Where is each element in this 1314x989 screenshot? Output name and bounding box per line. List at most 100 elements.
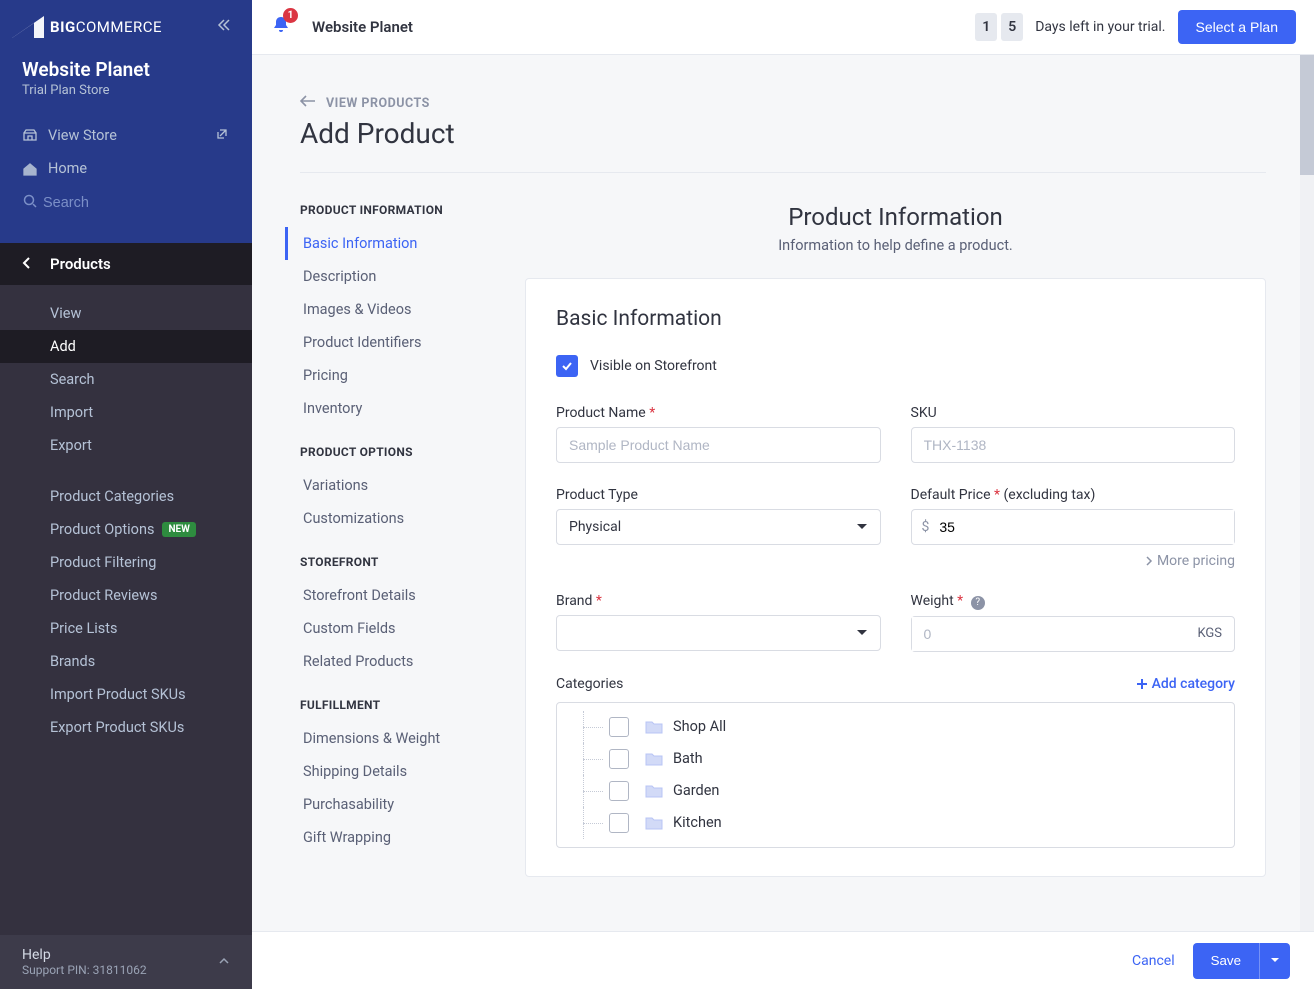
folder-icon	[645, 752, 663, 766]
visible-checkbox-row: Visible on Storefront	[556, 355, 1235, 377]
product-name-label: Product Name *	[556, 405, 881, 421]
section-title: Product Information	[525, 203, 1266, 231]
category-label: Kitchen	[673, 814, 722, 831]
sidebar-item-import-skus[interactable]: Import Product SKUs	[0, 678, 252, 711]
currency-prefix: $	[912, 519, 940, 535]
weight-label: Weight * ?	[911, 593, 1236, 610]
divider	[300, 172, 1266, 173]
secnav-related-products[interactable]: Related Products	[285, 645, 465, 678]
add-category-label: Add category	[1152, 676, 1235, 692]
field-default-price: Default Price * (excluding tax) $ More p…	[911, 487, 1236, 569]
chevron-left-icon	[22, 255, 32, 273]
sidebar-item-export-skus[interactable]: Export Product SKUs	[0, 711, 252, 744]
secnav-dimensions[interactable]: Dimensions & Weight	[285, 722, 465, 755]
secnav-basic-info[interactable]: Basic Information	[285, 227, 465, 260]
secnav-customizations[interactable]: Customizations	[285, 502, 465, 535]
secnav-description[interactable]: Description	[285, 260, 465, 293]
secnav-shipping[interactable]: Shipping Details	[285, 755, 465, 788]
category-checkbox[interactable]	[609, 717, 629, 737]
product-type-label: Product Type	[556, 487, 881, 503]
weight-input[interactable]	[912, 617, 1186, 651]
subnav: View Add Search Import Export Product Ca…	[0, 285, 252, 756]
basic-info-card: Basic Information Visible on Storefront …	[525, 278, 1266, 877]
secnav-group-storefront: STOREFRONT	[300, 555, 465, 569]
sidebar-item-add[interactable]: Add	[0, 330, 252, 363]
field-weight: Weight * ? KGS	[911, 593, 1236, 652]
save-dropdown[interactable]	[1259, 943, 1290, 979]
sidebar-item-search[interactable]: Search	[0, 363, 252, 396]
sku-label: SKU	[911, 405, 1236, 421]
brand-label: Brand *	[556, 593, 881, 609]
category-item-garden: Garden	[557, 775, 1234, 807]
cancel-button[interactable]: Cancel	[1132, 953, 1175, 969]
secnav-custom-fields[interactable]: Custom Fields	[285, 612, 465, 645]
secnav-variations[interactable]: Variations	[285, 469, 465, 502]
product-type-select[interactable]: Physical	[556, 509, 881, 545]
secnav-inventory[interactable]: Inventory	[285, 392, 465, 425]
card-title: Basic Information	[556, 307, 1235, 331]
arrow-left-icon	[300, 95, 316, 111]
field-sku: SKU	[911, 405, 1236, 463]
categories-header: Categories Add category	[556, 676, 1235, 692]
collapse-sidebar-button[interactable]	[216, 17, 232, 37]
secnav-identifiers[interactable]: Product Identifiers	[285, 326, 465, 359]
category-checkbox[interactable]	[609, 749, 629, 769]
nav-back-products[interactable]: Products	[0, 243, 252, 285]
select-plan-button[interactable]: Select a Plan	[1178, 10, 1297, 44]
secnav-storefront-details[interactable]: Storefront Details	[285, 579, 465, 612]
product-type-value: Physical	[569, 519, 621, 535]
weight-unit: KGS	[1185, 626, 1234, 641]
sidebar-link-home[interactable]: Home	[0, 152, 252, 185]
section-subtitle: Information to help define a product.	[525, 237, 1266, 254]
section-header: Product Information Information to help …	[525, 203, 1266, 254]
help-icon[interactable]: ?	[971, 596, 985, 610]
sidebar-item-export[interactable]: Export	[0, 429, 252, 462]
save-label: Save	[1193, 953, 1259, 968]
category-checkbox[interactable]	[609, 813, 629, 833]
sidebar-item-view[interactable]: View	[0, 297, 252, 330]
category-item-bath: Bath	[557, 743, 1234, 775]
secnav-gift-wrapping[interactable]: Gift Wrapping	[285, 821, 465, 854]
sidebar-item-product-options[interactable]: Product Options NEW	[0, 513, 252, 546]
form-area: Product Information Information to help …	[525, 203, 1266, 877]
view-store-label: View Store	[48, 127, 117, 144]
secnav-group-fulfillment: FULFILLMENT	[300, 698, 465, 712]
product-name-input[interactable]	[556, 427, 881, 463]
category-checkbox[interactable]	[609, 781, 629, 801]
save-button[interactable]: Save	[1193, 943, 1290, 979]
sidebar-link-view-store[interactable]: View Store	[0, 118, 252, 152]
main-content: VIEW PRODUCTS Add Product PRODUCT INFORM…	[252, 55, 1314, 931]
notifications-button[interactable]: 1	[270, 14, 292, 40]
header-right: 1 5 Days left in your trial. Select a Pl…	[975, 10, 1296, 44]
chevron-right-icon	[1145, 556, 1153, 566]
footer-bar: Cancel Save	[252, 931, 1314, 989]
sidebar-item-product-reviews[interactable]: Product Reviews	[0, 579, 252, 612]
brand-select[interactable]	[556, 615, 881, 651]
notification-count: 1	[283, 8, 298, 23]
sidebar-header: BIGCOMMERCE Website Planet Trial Plan St…	[0, 0, 252, 243]
secnav-pricing[interactable]: Pricing	[285, 359, 465, 392]
secnav-purchasability[interactable]: Purchasability	[285, 788, 465, 821]
visible-checkbox[interactable]	[556, 355, 578, 377]
sidebar-search[interactable]	[0, 185, 252, 221]
sidebar-item-product-filtering[interactable]: Product Filtering	[0, 546, 252, 579]
visible-label: Visible on Storefront	[590, 358, 717, 374]
help-pin: Support PIN: 31811062	[22, 963, 147, 977]
add-category-button[interactable]: Add category	[1136, 676, 1235, 692]
sidebar-item-import[interactable]: Import	[0, 396, 252, 429]
secnav-images-videos[interactable]: Images & Videos	[285, 293, 465, 326]
sidebar-item-price-lists[interactable]: Price Lists	[0, 612, 252, 645]
logo-icon	[12, 16, 44, 38]
logo-text-1: BIG	[50, 18, 76, 36]
breadcrumb-back[interactable]: VIEW PRODUCTS	[300, 95, 1266, 111]
sku-input[interactable]	[911, 427, 1236, 463]
more-pricing-link[interactable]: More pricing	[911, 553, 1236, 569]
sidebar-footer[interactable]: Help Support PIN: 31811062	[0, 935, 252, 989]
field-brand: Brand *	[556, 593, 881, 652]
default-price-input[interactable]	[939, 510, 1234, 544]
sidebar-item-product-categories[interactable]: Product Categories	[0, 480, 252, 513]
sidebar-item-brands[interactable]: Brands	[0, 645, 252, 678]
category-tree: Shop All Bath Garden	[556, 702, 1235, 848]
categories-label: Categories	[556, 676, 623, 692]
sidebar-search-input[interactable]	[43, 195, 230, 211]
